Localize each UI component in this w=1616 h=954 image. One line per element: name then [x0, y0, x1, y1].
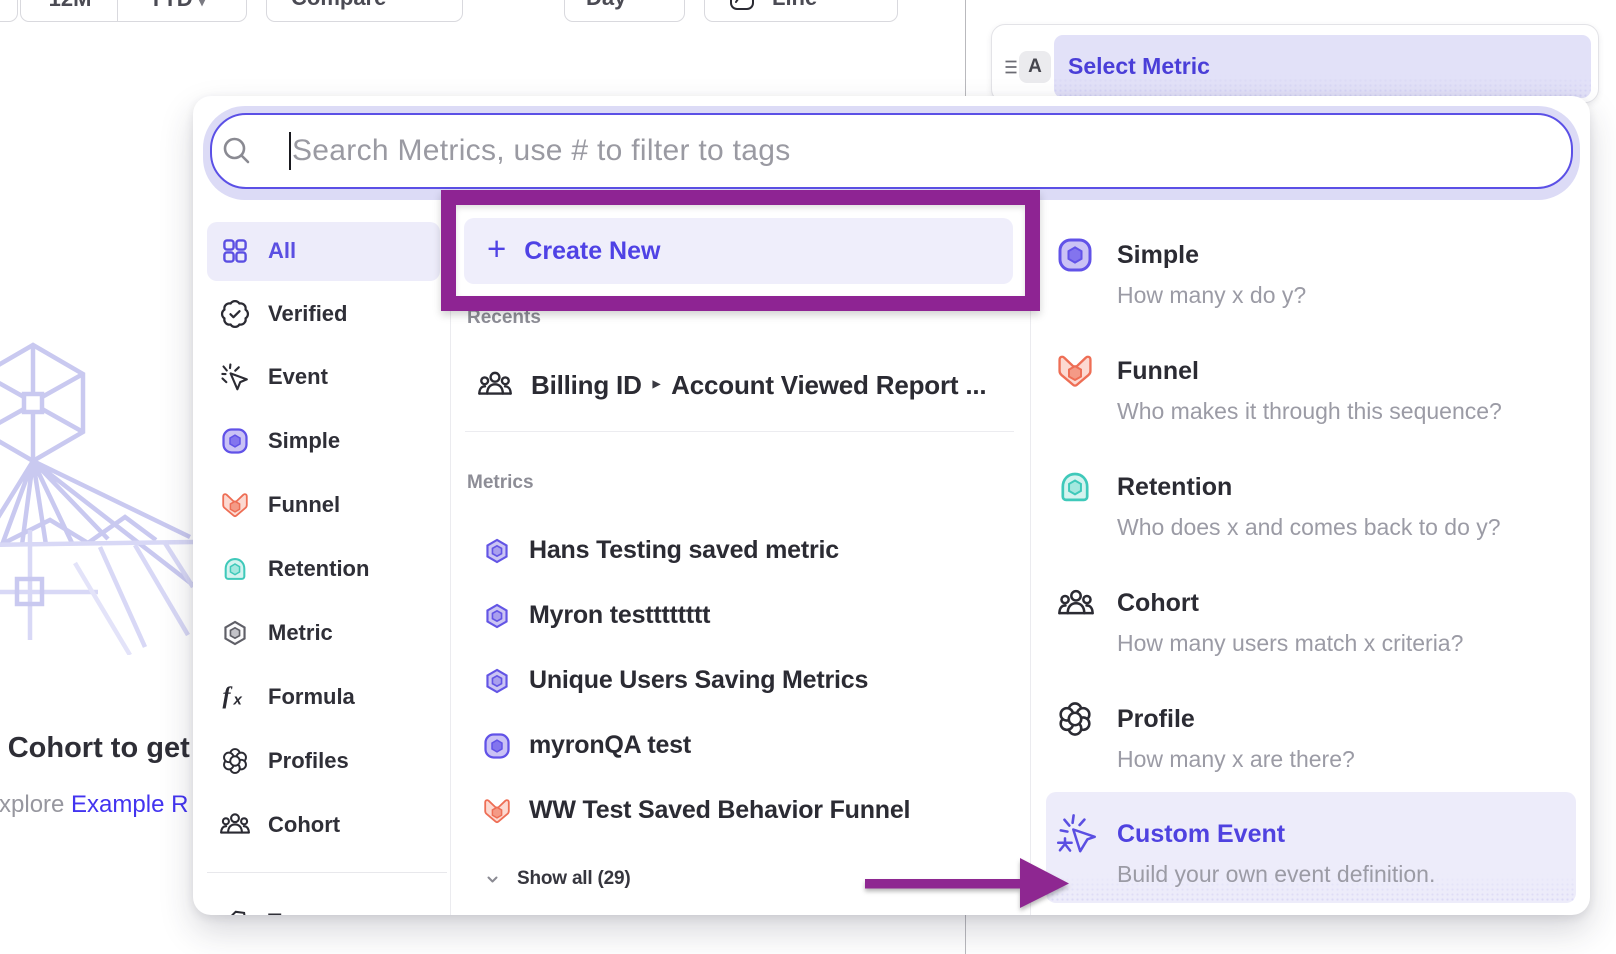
svg-text:f: f	[223, 684, 233, 710]
svg-text:x: x	[233, 692, 243, 709]
